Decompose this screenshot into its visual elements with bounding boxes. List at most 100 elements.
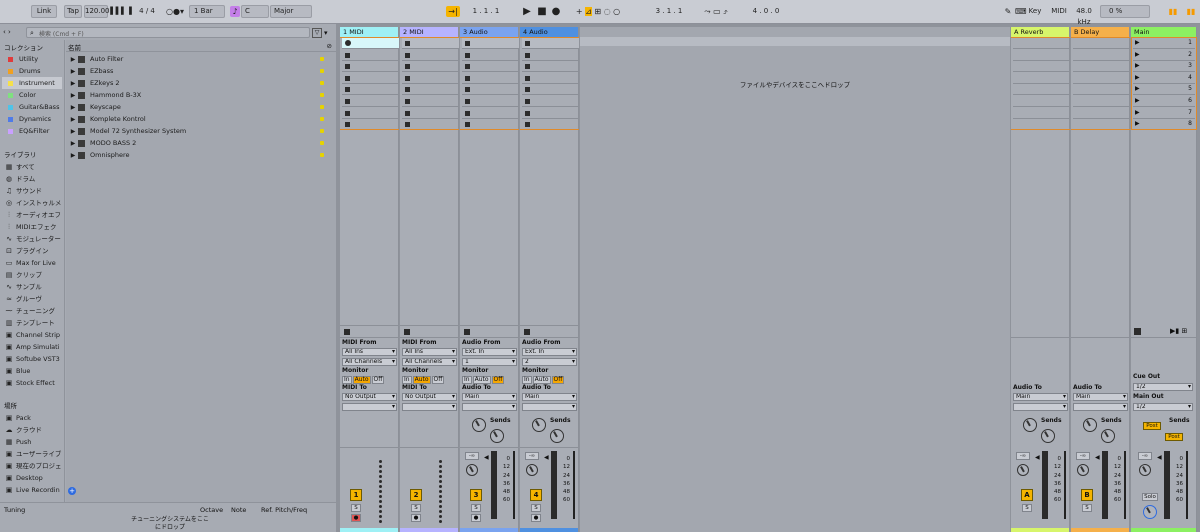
stop-all-button-icon[interactable] xyxy=(344,329,350,335)
output-select[interactable]: Main xyxy=(1013,393,1068,401)
library-item[interactable]: ▣ Softube VST3 xyxy=(2,353,62,365)
solo-button[interactable]: S xyxy=(1022,504,1032,512)
quantize-select[interactable]: 1 Bar xyxy=(189,5,225,18)
volume-field[interactable]: -∞ xyxy=(525,452,539,460)
monitor-off-button[interactable]: Off xyxy=(491,376,505,384)
input-channel-select[interactable]: All Channels xyxy=(342,358,397,366)
arrangement-position[interactable]: 1 . 1 . 1 xyxy=(462,5,510,18)
search-box[interactable]: ⌕ 検索 (Cmd + F) xyxy=(26,27,310,38)
library-item[interactable]: ◍ ドラム xyxy=(2,173,62,185)
tuning-drop-zone[interactable]: チューニングシステムをここにドロップ xyxy=(130,516,210,532)
options-icon[interactable]: ▾ xyxy=(324,28,334,38)
browser-item[interactable]: ▶ EZkeys 2 xyxy=(68,77,330,89)
library-item[interactable]: ▣ Stock Effect xyxy=(2,377,62,389)
scale-select[interactable]: Major xyxy=(270,5,312,18)
loop-switch-icons[interactable]: ⤳ ▭ ⤴ xyxy=(698,6,734,17)
library-item[interactable]: ∿ サンプル xyxy=(2,281,62,293)
browser-item[interactable]: ▶ Omnisphere xyxy=(68,149,330,161)
automation-tools-icons[interactable]: + ⊿ ⊞ ◌ ○ xyxy=(572,6,624,17)
output-channel-select[interactable] xyxy=(1073,403,1128,411)
tap-button[interactable]: Tap xyxy=(64,5,82,18)
collection-item[interactable]: Guitar&Bass xyxy=(2,101,62,113)
arm-button[interactable]: ● xyxy=(531,514,541,522)
output-select[interactable]: Main xyxy=(522,393,577,401)
library-item[interactable]: ▣ Channel Strip xyxy=(2,329,62,341)
keyboard-icon[interactable]: ⌨ xyxy=(1015,6,1027,17)
return-activator-button[interactable]: B xyxy=(1081,489,1093,501)
place-item[interactable]: ▣ Live Recordin xyxy=(2,484,62,496)
monitor-off-button[interactable]: Off xyxy=(431,376,445,384)
expand-arrow-icon[interactable]: ▶ xyxy=(68,150,78,162)
return-activator-button[interactable]: A xyxy=(1021,489,1033,501)
track-activator-button[interactable]: 4 xyxy=(530,489,542,501)
track-header[interactable]: A Reverb xyxy=(1011,27,1069,37)
tempo-field[interactable]: 120.00 xyxy=(84,5,110,18)
output-channel-select[interactable] xyxy=(402,403,457,411)
library-item[interactable]: ⊡ プラグイン xyxy=(2,245,62,257)
pan-knob[interactable] xyxy=(1139,464,1151,476)
solo-button[interactable]: S xyxy=(531,504,541,512)
cue-out-select[interactable]: 1/2 xyxy=(1133,383,1193,391)
collection-item[interactable]: Dynamics xyxy=(2,113,62,125)
monitor-in-button[interactable]: In xyxy=(462,376,472,384)
metronome-icon[interactable]: ○●▾ xyxy=(164,6,186,17)
library-item[interactable]: ≈ グルーヴ xyxy=(2,293,62,305)
browser-item[interactable]: ▶ MODO BASS 2 xyxy=(68,137,330,149)
nav-arrows-icon[interactable]: ‹ › xyxy=(3,28,23,38)
solo-button[interactable]: S xyxy=(471,504,481,512)
send-a-knob[interactable] xyxy=(532,418,546,432)
cue-volume-knob[interactable] xyxy=(1143,505,1157,519)
library-item[interactable]: ▤ クリップ xyxy=(2,269,62,281)
input-channel-select[interactable]: 1 xyxy=(462,358,517,366)
library-item[interactable]: ▦ すべて xyxy=(2,161,62,173)
input-source-select[interactable]: Ext. In xyxy=(522,348,577,356)
monitor-auto-button[interactable]: Auto xyxy=(412,376,431,384)
stop-icon[interactable]: ■ xyxy=(537,6,547,17)
place-item[interactable]: ▣ Desktop xyxy=(2,472,62,484)
solo-button[interactable]: S xyxy=(411,504,421,512)
collection-item[interactable]: Utility xyxy=(2,53,62,65)
library-item[interactable]: ▭ Max for Live xyxy=(2,257,62,269)
library-item[interactable]: ⫶ MIDIエフェク xyxy=(2,221,62,233)
track-activator-button[interactable]: 3 xyxy=(470,489,482,501)
collection-item[interactable]: Drums xyxy=(2,65,62,77)
collection-item[interactable]: Instrument xyxy=(2,77,62,89)
collection-item[interactable]: Color xyxy=(2,89,62,101)
post-button[interactable]: Post xyxy=(1143,422,1161,430)
send-b-knob[interactable] xyxy=(1041,429,1055,443)
place-item[interactable]: ▣ 現在のプロジェ xyxy=(2,460,62,472)
post-button[interactable]: Post xyxy=(1165,433,1183,441)
loop-length-field[interactable]: 4 . 0 . 0 xyxy=(740,5,792,18)
place-item[interactable]: ☁ クラウド xyxy=(2,424,62,436)
library-item[interactable]: ⫶ オーディオエフ xyxy=(2,209,62,221)
midi-map-button[interactable]: MIDI xyxy=(1049,5,1069,18)
track-header[interactable]: 1 MIDI xyxy=(340,27,398,37)
follow-icon[interactable]: →| xyxy=(446,6,460,17)
pan-knob[interactable] xyxy=(1077,464,1089,476)
track-activator-button[interactable]: 2 xyxy=(410,489,422,501)
output-channel-select[interactable] xyxy=(462,403,517,411)
monitor-switch[interactable]: In Auto Off xyxy=(402,376,445,384)
input-channel-select[interactable]: 2 xyxy=(522,358,577,366)
monitor-switch[interactable]: In Auto Off xyxy=(462,376,505,384)
solo-button[interactable]: S xyxy=(1082,504,1092,512)
draw-mode-icon[interactable]: ✎ xyxy=(1002,6,1014,17)
library-item[interactable]: ▣ Amp Simulati xyxy=(2,341,62,353)
volume-field[interactable]: -∞ xyxy=(465,452,479,460)
key-map-button[interactable]: Key xyxy=(1026,5,1044,18)
volume-pointer-icon[interactable]: ◀ xyxy=(1035,454,1040,461)
monitor-switch[interactable]: In Auto Off xyxy=(522,376,565,384)
filter-icon[interactable]: ▽ xyxy=(312,28,322,38)
track-header[interactable]: Main xyxy=(1131,27,1196,37)
track-header[interactable]: 2 MIDI xyxy=(400,27,458,37)
volume-pointer-icon[interactable]: ◀ xyxy=(484,454,489,461)
browser-item[interactable]: ▶ Hammond B-3X xyxy=(68,89,330,101)
link-button[interactable]: Link xyxy=(31,5,57,18)
library-item[interactable]: ♫ サウンド xyxy=(2,185,62,197)
play-icon[interactable]: ▶ xyxy=(522,6,532,17)
time-signature-field[interactable]: 4 / 4 xyxy=(134,5,160,18)
place-item[interactable]: ▦ Push xyxy=(2,436,62,448)
send-b-knob[interactable] xyxy=(490,429,504,443)
volume-field[interactable]: -∞ xyxy=(1016,452,1030,460)
browser-item[interactable]: ▶ Keyscape xyxy=(68,101,330,113)
